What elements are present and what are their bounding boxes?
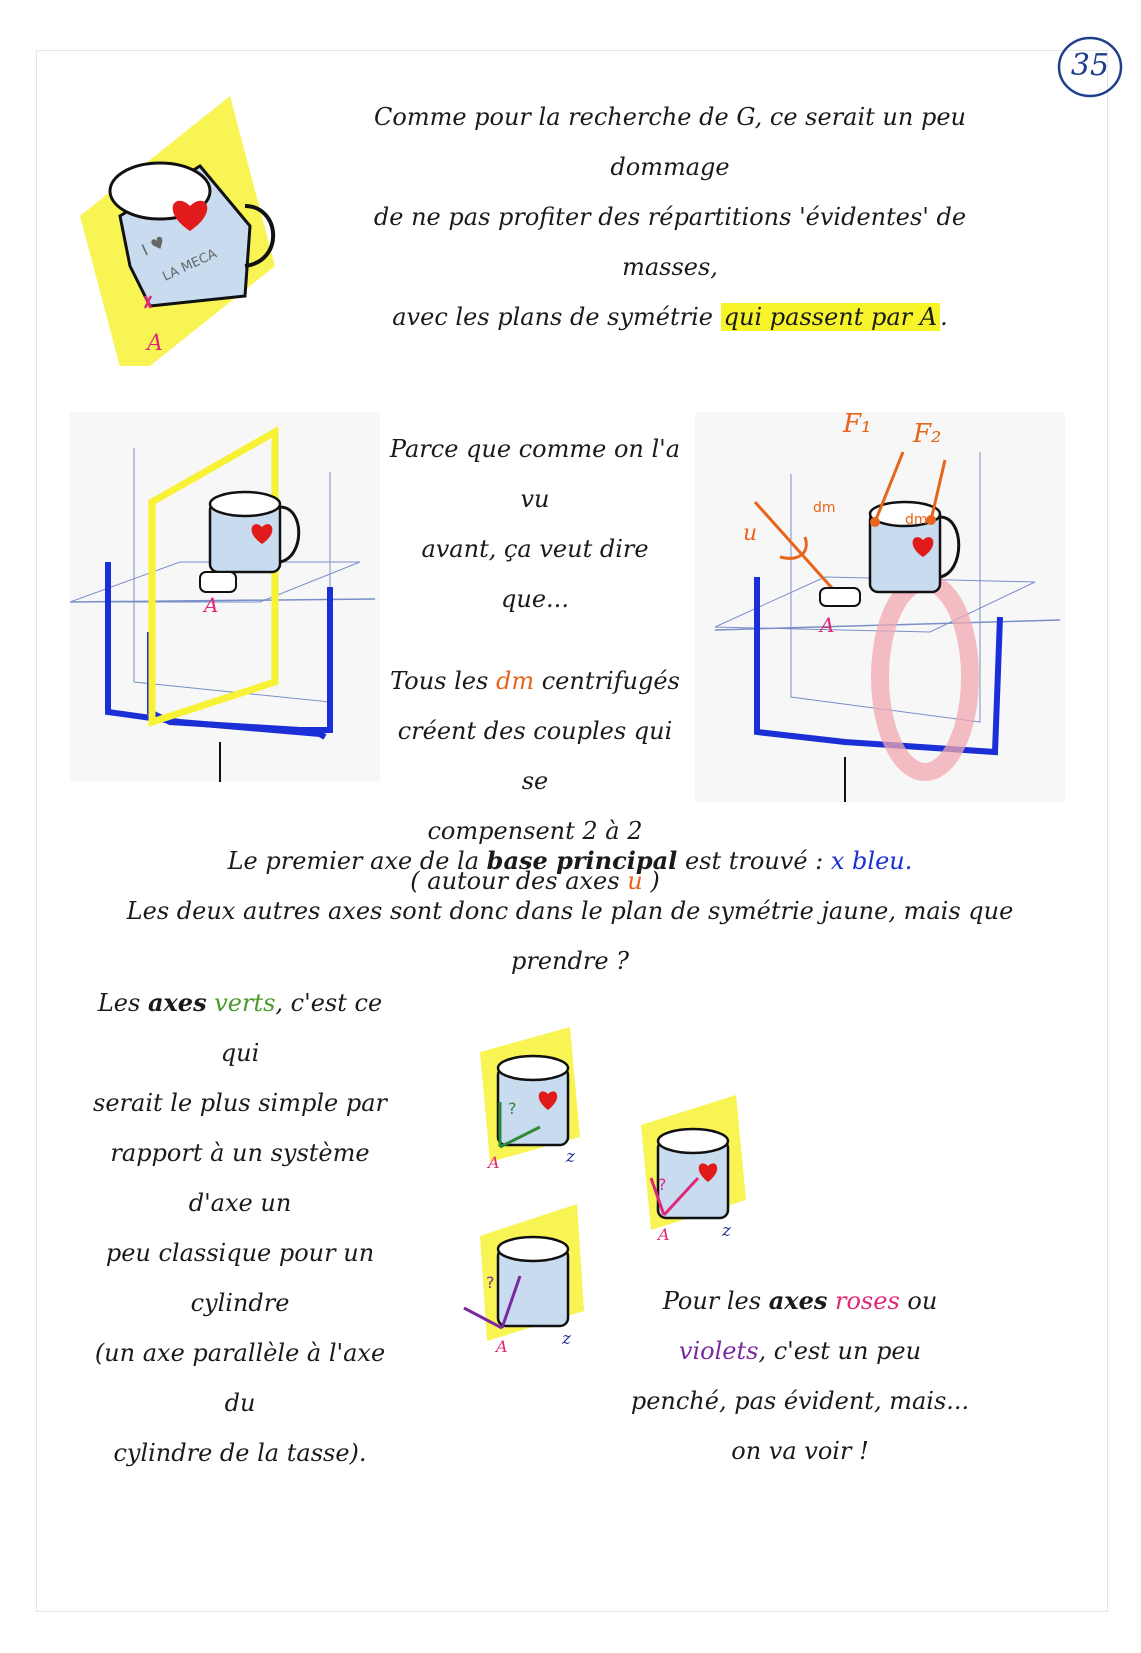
point-a-label: A — [656, 1225, 670, 1240]
f2-label: F₂ — [912, 419, 941, 449]
pink-line-4: on va voir ! — [731, 1437, 869, 1465]
green-line-3: rapport à un système d'axe un — [110, 1139, 370, 1217]
verts-text: verts — [214, 989, 276, 1017]
rotating-mug-left-figure: A — [70, 412, 380, 782]
pink-line-3: penché, pas évident, mais... — [630, 1387, 970, 1415]
mug-rim — [496, 1054, 570, 1082]
mug-symmetry-plane-figure: I ♥ LA MECA A — [80, 96, 276, 366]
intro-line-1: Comme pour la recherche de G, ce serait … — [374, 103, 966, 181]
conclusion-line-1: Le premier axe de la base principal est … — [80, 836, 1060, 886]
mug-green-axes-figure: ? A z — [480, 1027, 580, 1172]
middle-line-3-end: centrifugés — [541, 667, 680, 695]
green-line-1-start: Les — [97, 989, 141, 1017]
pink-line-1: Pour les axes roses ou — [630, 1276, 970, 1326]
conclusion-line-1-start: Le premier axe de la — [227, 847, 480, 875]
axes-bold-text: axes — [768, 1286, 828, 1315]
shaft-hub — [819, 587, 861, 607]
page-number: 35 — [1070, 48, 1110, 83]
green-axes-note: Les axes verts, c'est ce qui serait le p… — [80, 978, 400, 1478]
green-line-1: Les axes verts, c'est ce qui — [80, 978, 400, 1078]
base-principal-text: base principal — [486, 846, 678, 875]
green-line-4: peu classique pour un cylindre — [105, 1239, 375, 1317]
intro-line-2: de ne pas profiter des répartitions 'évi… — [373, 203, 967, 281]
middle-line-2: avant, ça veut dire que... — [421, 535, 649, 613]
intro-line-3: avec les plans de symétrie qui passent p… — [350, 292, 990, 342]
conclusion-line-2: Les deux autres axes sont donc dans le p… — [126, 897, 1014, 975]
dm-label-2: dm — [905, 512, 928, 528]
z-label: z — [561, 1329, 572, 1349]
conclusion-text: Le premier axe de la base principal est … — [80, 836, 1060, 986]
pink-axes-note: Pour les axes roses ou violets, c'est un… — [630, 1276, 970, 1476]
violets-text: violets — [678, 1337, 759, 1365]
point-a-label: A — [486, 1153, 500, 1172]
mug-rim — [656, 1127, 730, 1155]
question-label: ? — [486, 1273, 495, 1292]
mug-pink-axes-figure: ? A z — [641, 1095, 746, 1240]
question-label: ? — [658, 1175, 667, 1194]
dm-highlight: dm — [495, 667, 535, 695]
f1-label: F₁ — [842, 412, 871, 439]
green-line-6: cylindre de la tasse). — [113, 1439, 367, 1467]
pink-line-1-start: Pour les — [662, 1287, 762, 1315]
dm-label-1: dm — [813, 500, 836, 516]
shaft-hub — [199, 571, 237, 593]
pink-line-1-end: ou — [907, 1287, 938, 1315]
middle-line-3-start: Tous les — [390, 667, 489, 695]
x-bleu-text: x bleu. — [830, 847, 913, 875]
roses-text: roses — [835, 1287, 900, 1315]
question-label: ? — [508, 1099, 517, 1118]
dm-point-1 — [870, 517, 880, 527]
mug-violet-axes-figure: ? A z — [463, 1204, 584, 1356]
point-a-label: A — [202, 593, 218, 617]
middle-explanation: Parce que comme on l'a vu avant, ça veut… — [385, 424, 685, 906]
u-label: u — [743, 521, 757, 546]
conclusion-line-1-mid: est trouvé : — [684, 847, 824, 875]
page-number-badge: 35 — [1055, 34, 1125, 100]
intro-line-3-end: . — [940, 303, 948, 331]
intro-highlight: qui passent par A — [720, 303, 941, 331]
pink-line-2: violets, c'est un peu — [630, 1326, 970, 1376]
green-line-2: serait le plus simple par — [93, 1089, 387, 1117]
mug-rim — [496, 1235, 570, 1263]
axes-bold-text: axes — [147, 988, 207, 1017]
intro-text: Comme pour la recherche de G, ce serait … — [350, 92, 990, 342]
rotating-mug-forces-figure: F₁ F₂ dm dm u A — [695, 412, 1065, 802]
green-line-5: (un axe parallèle à l'axe du — [94, 1339, 386, 1417]
pink-line-2-end: , c'est un peu — [758, 1337, 922, 1365]
middle-line-1: Parce que comme on l'a vu — [389, 435, 681, 513]
point-a-label: A — [818, 613, 834, 637]
middle-line-3: Tous les dm centrifugés — [385, 656, 685, 706]
intro-line-3-start: avec les plans de symétrie — [392, 303, 713, 331]
z-label: z — [565, 1147, 576, 1167]
middle-line-4: créent des couples qui se — [397, 717, 673, 795]
point-a-label: A — [494, 1337, 508, 1356]
z-label: z — [721, 1221, 732, 1240]
point-a-label: A — [145, 331, 163, 356]
